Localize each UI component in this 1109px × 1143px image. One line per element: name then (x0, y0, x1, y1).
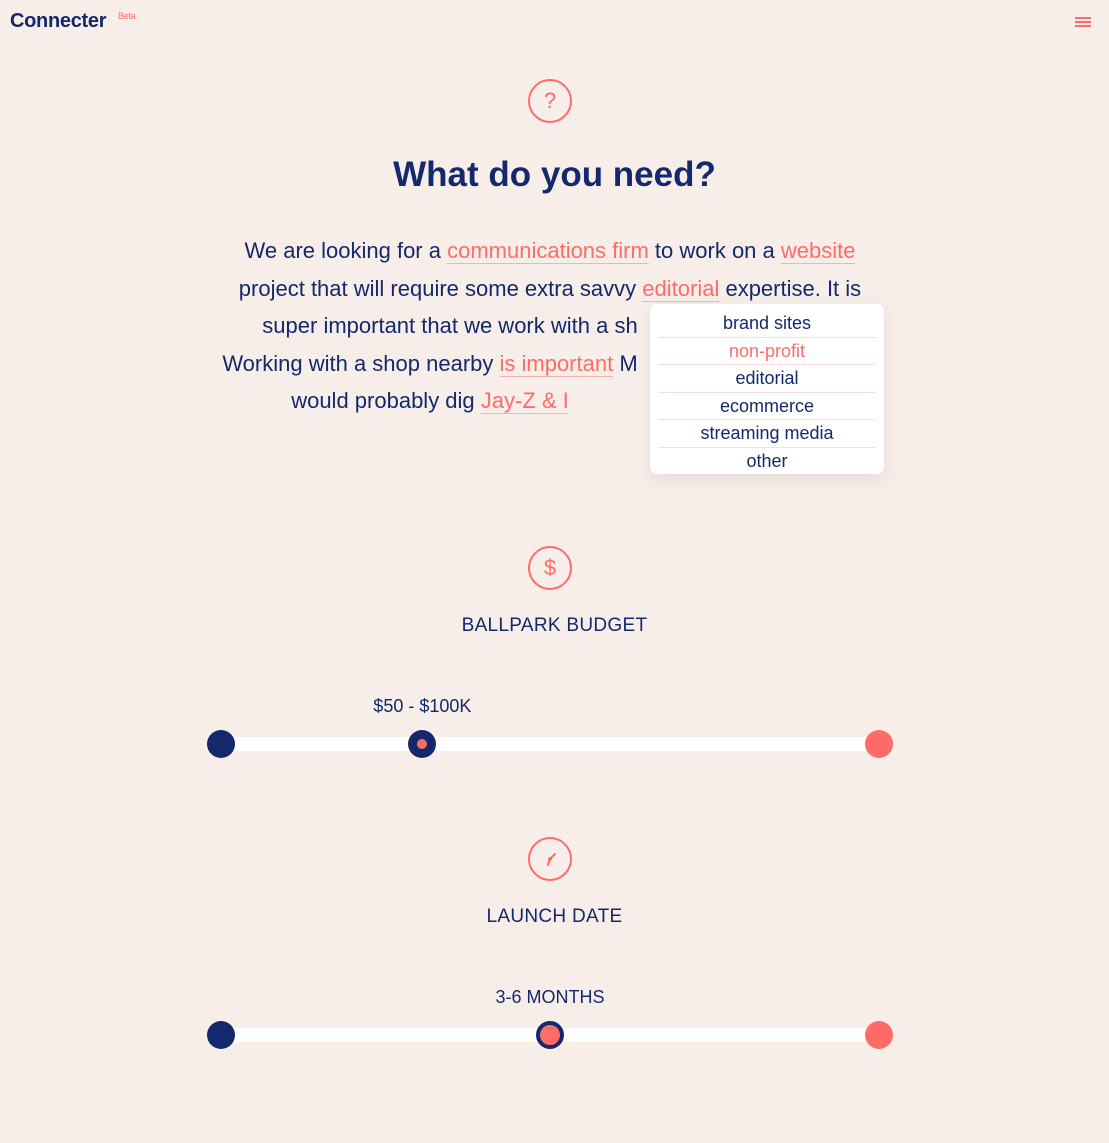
dropdown-option-non-profit[interactable]: non-profit (658, 338, 876, 365)
text-segment: We are looking for a (244, 238, 448, 263)
reference-selector[interactable]: Jay-Z & I (480, 388, 569, 414)
dollar-glyph: $ (543, 555, 557, 580)
dropdown-option-other[interactable]: other (658, 448, 876, 475)
text-segment: would probably dig (291, 388, 481, 413)
beta-badge: Beta (118, 11, 136, 21)
expertise-dropdown: brand sites non-profit editorial ecommer… (650, 304, 884, 474)
dropdown-option-editorial[interactable]: editorial (658, 365, 876, 393)
budget-slider-handle[interactable] (408, 730, 437, 758)
launch-label: LAUNCH DATE (486, 906, 623, 927)
clock-hand-icon (547, 853, 556, 866)
budget-slider-max (865, 730, 893, 758)
logo[interactable]: Connecter Beta (10, 10, 136, 33)
dollar-icon: $ (528, 546, 572, 590)
launch-slider-min (207, 1021, 235, 1049)
logo-text: Connecter (10, 10, 107, 32)
budget-slider-min (207, 730, 235, 758)
budget-value: $50 - $100K (373, 696, 472, 716)
launch-slider-handle[interactable] (536, 1021, 564, 1049)
expertise-selector[interactable]: editorial (642, 275, 720, 302)
text-segment: expertise. It is (719, 275, 862, 301)
page-title: What do you need? (393, 155, 716, 194)
launch-value: 3-6 MONTHS (495, 987, 605, 1007)
budget-label: BALLPARK BUDGET (461, 615, 648, 636)
text-segment: super important that we work with a sh (262, 313, 638, 338)
dropdown-option-brand-sites[interactable]: brand sites (658, 310, 876, 338)
text-segment: project that will require some extra sav… (238, 275, 643, 301)
launch-slider-max (865, 1021, 893, 1049)
paragraph-line-2: project that will require some extra sav… (200, 270, 900, 308)
text-segment: M (613, 350, 638, 376)
question-icon: ? (528, 79, 572, 123)
location-importance-selector[interactable]: is important (499, 350, 614, 377)
question-glyph: ? (543, 88, 557, 113)
hamburger-menu-icon[interactable] (1075, 17, 1091, 29)
paragraph-line-1: We are looking for a communications firm… (200, 232, 900, 270)
text-segment: to work on a (648, 238, 781, 263)
dropdown-option-ecommerce[interactable]: ecommerce (658, 393, 876, 420)
firm-type-selector[interactable]: communications firm (447, 238, 649, 264)
text-segment: Working with a shop nearby (222, 350, 500, 376)
project-type-selector[interactable]: website (780, 238, 856, 264)
dropdown-option-streaming-media[interactable]: streaming media (658, 420, 876, 448)
budget-slider-track[interactable] (221, 737, 879, 751)
clock-icon (528, 837, 572, 881)
